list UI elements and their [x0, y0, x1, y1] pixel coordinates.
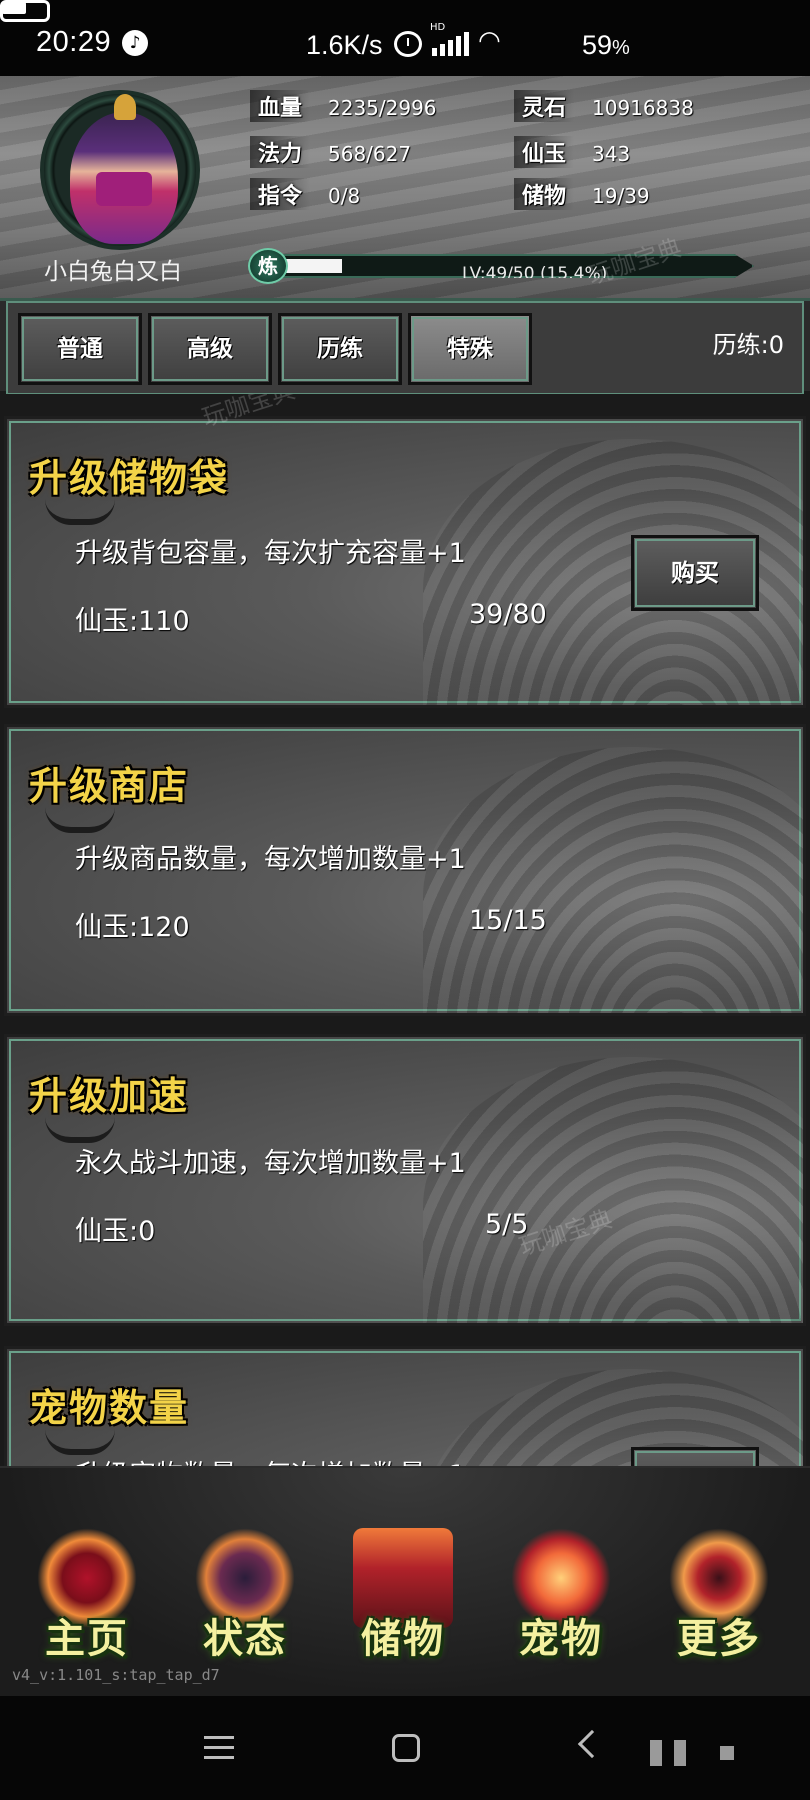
card-title: 升级储物袋 — [29, 455, 230, 500]
battery-level — [2, 2, 26, 14]
nav-label: 主页 — [45, 1615, 129, 1662]
jade-value: 343 — [592, 142, 631, 166]
experience-counter: 历练:0 — [712, 331, 784, 359]
alarm-icon — [394, 31, 422, 57]
upgrade-card-storage-bag: 升级储物袋 升级背包容量，每次扩充容量+1 仙玉:110 39/80 购买 — [4, 416, 806, 708]
storage-label: 储物 — [514, 178, 575, 210]
cell-signal-icon: HD — [430, 22, 469, 56]
card-title: 升级加速 — [29, 1073, 190, 1118]
card-description: 升级宠物数量，每次增加数量+1 — [75, 1453, 466, 1466]
floating-window-icon[interactable] — [650, 1740, 750, 1766]
watermark: 玩咖宝典 — [515, 1204, 616, 1262]
avatar-crown — [114, 94, 136, 120]
version-label: v4_v:1.101_s:tap_tap_d7 — [12, 1666, 220, 1684]
command-value: 0/8 — [328, 184, 361, 208]
tab-special[interactable]: 特殊 — [408, 313, 532, 385]
back-icon[interactable] — [577, 1729, 607, 1759]
battery-icon — [0, 0, 50, 22]
hp-value: 2235/2996 — [328, 96, 437, 120]
spirit-stone-value: 10916838 — [592, 96, 694, 120]
nav-status[interactable]: 状态 — [180, 1528, 310, 1678]
avatar[interactable] — [40, 90, 200, 250]
recent-apps-icon[interactable] — [204, 1736, 234, 1760]
tiktok-notification-icon: ♪ — [122, 30, 148, 56]
network-type-label: HD — [430, 22, 446, 33]
card-description: 升级背包容量，每次扩充容量+1 — [75, 538, 466, 569]
status-bar: 20:29 ♪ 1.6K/s HD ◠ 59% — [0, 0, 810, 76]
ink-swoosh-icon — [45, 1429, 115, 1455]
mana-value: 568/627 — [328, 142, 412, 166]
upgrade-card-pet-count: 宠物数量 升级宠物数量，每次增加数量+1 — [4, 1346, 806, 1466]
tab-bar: 普通 高级 历练 特殊 历练:0 — [0, 298, 810, 395]
tab-advanced[interactable]: 高级 — [148, 313, 272, 385]
spirit-stone-label: 灵石 — [514, 90, 575, 122]
upgrade-card-speed: 升级加速 永久战斗加速，每次增加数量+1 仙玉:0 5/5 玩咖宝典 — [4, 1034, 806, 1326]
card-cost: 仙玉:120 — [75, 912, 190, 943]
refine-badge-icon: 炼 — [248, 248, 288, 284]
bottom-nav: 主页 状态 储物 宠物 更多 v4_v:1.101_s:tap_tap_d7 — [0, 1466, 810, 1696]
upgrade-card-shop: 升级商店 升级商品数量，每次增加数量+1 仙玉:120 15/15 — [4, 724, 806, 1016]
jade-label: 仙玉 — [514, 136, 575, 168]
nav-label: 宠物 — [519, 1615, 603, 1662]
storage-value: 19/39 — [592, 184, 650, 208]
ink-swoosh-icon — [45, 499, 115, 525]
avatar-mask — [96, 172, 152, 206]
command-label: 指令 — [250, 178, 311, 210]
nav-storage[interactable]: 储物 — [338, 1528, 468, 1678]
nav-label: 状态 — [203, 1615, 287, 1662]
buy-button[interactable]: 购买 — [631, 535, 759, 611]
nav-more[interactable]: 更多 — [654, 1528, 784, 1678]
status-time: 20:29 — [36, 26, 112, 58]
mana-label: 法力 — [250, 136, 311, 168]
upgrade-list: 玩咖宝典 升级储物袋 升级背包容量，每次扩充容量+1 仙玉:110 39/80 … — [0, 394, 810, 1466]
xp-bar: LV:49/50 (15.4%) 炼 — [248, 248, 774, 284]
card-title: 宠物数量 — [29, 1385, 190, 1430]
player-name: 小白兔白又白 — [44, 259, 182, 285]
card-description: 永久战斗加速，每次增加数量+1 — [75, 1148, 466, 1179]
card-title: 升级商店 — [29, 763, 190, 808]
card-cost: 仙玉:110 — [75, 606, 190, 637]
home-icon[interactable] — [392, 1734, 420, 1762]
card-description: 升级商品数量，每次增加数量+1 — [75, 844, 466, 875]
card-cost: 仙玉:0 — [75, 1216, 156, 1247]
nav-label: 储物 — [361, 1615, 445, 1662]
hp-label: 血量 — [250, 90, 311, 122]
nav-home[interactable]: 主页 — [22, 1528, 152, 1678]
battery-percent: 59% — [582, 30, 630, 60]
card-progress: 39/80 — [469, 599, 547, 630]
nav-label: 更多 — [677, 1615, 761, 1662]
buy-button[interactable] — [631, 1447, 759, 1466]
network-speed: 1.6K/s — [306, 30, 383, 60]
ink-swoosh-icon — [45, 1117, 115, 1143]
wifi-icon: ◠ — [478, 26, 501, 56]
tab-training[interactable]: 历练 — [278, 313, 402, 385]
card-progress: 15/15 — [469, 905, 547, 936]
nav-pet[interactable]: 宠物 — [496, 1528, 626, 1678]
player-header: 小白兔白又白 血量 2235/2996 灵石 10916838 法力 568/6… — [0, 76, 810, 298]
system-nav-bar — [0, 1696, 810, 1800]
tab-normal[interactable]: 普通 — [18, 313, 142, 385]
ink-swoosh-icon — [45, 807, 115, 833]
